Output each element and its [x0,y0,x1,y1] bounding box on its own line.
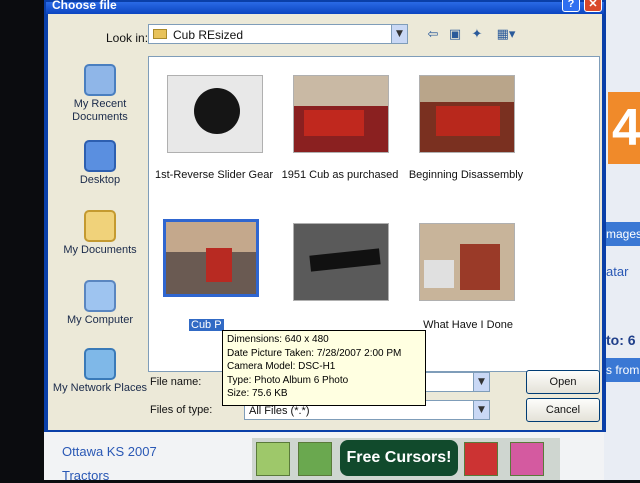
chevron-down-icon[interactable]: ▼ [391,25,407,43]
file-caption[interactable]: Beginning Disassembly [401,169,531,181]
look-in-value: Cub REsized [173,28,244,42]
file-caption[interactable]: 1951 Cub as purchased [275,169,405,181]
file-info-tooltip: Dimensions: 640 x 480 Date Picture Taken… [222,330,426,406]
files-of-type-label: Files of type: [150,404,213,416]
cursor-pack-icon[interactable] [256,442,290,476]
file-thumbnail[interactable] [167,75,263,153]
dialog-body: Look in: Cub REsized ▼ ⇦ ▣ ✦ ▦▾ My Recen… [48,14,602,430]
free-cursors-button[interactable]: Free Cursors! [340,440,458,476]
look-in-label: Look in: [106,31,149,45]
places-bar: My Recent Documents Desktop My Documents… [52,56,148,416]
place-my-computer[interactable]: My Computer [52,280,148,327]
place-label: My Computer [66,314,134,326]
chevron-down-icon[interactable]: ▼ [473,373,489,391]
webpage-avatar-link[interactable]: atar [606,264,640,279]
place-my-recent-documents[interactable]: My Recent Documents [52,64,148,124]
desktop-icon [84,140,116,172]
tooltip-date-taken: Date Picture Taken: 7/28/2007 2:00 PM [227,347,402,359]
link-tractors[interactable]: Tractors [62,468,109,483]
place-label: My Documents [63,244,137,256]
place-my-network-places[interactable]: My Network Places [52,348,148,395]
place-desktop[interactable]: Desktop [52,140,148,187]
title-bar[interactable]: Choose file ? ✕ [46,0,604,14]
chevron-down-icon[interactable]: ▼ [473,401,489,419]
choose-file-dialog: Choose file ? ✕ Look in: Cub REsized ▼ ⇦… [44,0,606,432]
file-thumbnail[interactable] [293,223,389,301]
cursor-pack-icon[interactable] [298,442,332,476]
my-computer-icon [84,280,116,312]
file-thumbnail[interactable] [293,75,389,153]
folder-icon [153,29,167,39]
file-list-view[interactable]: 1st-Reverse Slider Gear 1951 Cub as purc… [148,56,600,372]
webpage-strip-images[interactable]: mages [604,222,640,246]
file-caption[interactable]: 1st-Reverse Slider Gear [149,169,279,181]
file-thumbnail[interactable] [419,223,515,301]
open-button[interactable]: Open [526,370,600,394]
files-of-type-value: All Files (*.*) [249,405,310,417]
up-folder-icon[interactable]: ▣ [446,26,464,44]
place-my-documents[interactable]: My Documents [52,210,148,257]
link-ottawa-ks-2007[interactable]: Ottawa KS 2007 [62,444,157,459]
file-thumbnail[interactable] [419,75,515,153]
new-folder-icon[interactable]: ✦ [468,26,486,44]
dialog-title: Choose file [52,0,117,12]
file-caption-selected[interactable]: Cub P [189,319,224,331]
help-button[interactable]: ? [562,0,580,12]
look-in-dropdown[interactable]: Cub REsized ▼ [148,24,408,44]
my-documents-icon [84,210,116,242]
webpage-strip-from[interactable]: s from [604,358,640,382]
cursor-pack-icon[interactable] [464,442,498,476]
place-label: Desktop [79,174,121,186]
tooltip-dimensions: Dimensions: 640 x 480 [227,334,329,345]
network-places-icon [84,348,116,380]
view-menu-icon[interactable]: ▦▾ [492,26,520,44]
tooltip-type: Type: Photo Album 6 Photo [227,374,349,386]
close-button[interactable]: ✕ [584,0,602,12]
webpage-to-label: to: 6 [606,332,636,348]
place-label: My Network Places [52,382,148,394]
back-arrow-icon[interactable]: ⇦ [424,26,442,44]
tooltip-camera-model: Camera Model: DSC-H1 [227,361,336,372]
cursor-pack-icon[interactable] [510,442,544,476]
recent-documents-icon [84,64,116,96]
tooltip-size: Size: 75.6 KB [227,388,288,399]
place-label: My Recent Documents [72,98,128,123]
file-name-label: File name: [150,376,202,388]
file-thumbnail-selected[interactable] [163,219,259,297]
orange-number-block: 4 [608,92,640,164]
cancel-button[interactable]: Cancel [526,398,600,422]
